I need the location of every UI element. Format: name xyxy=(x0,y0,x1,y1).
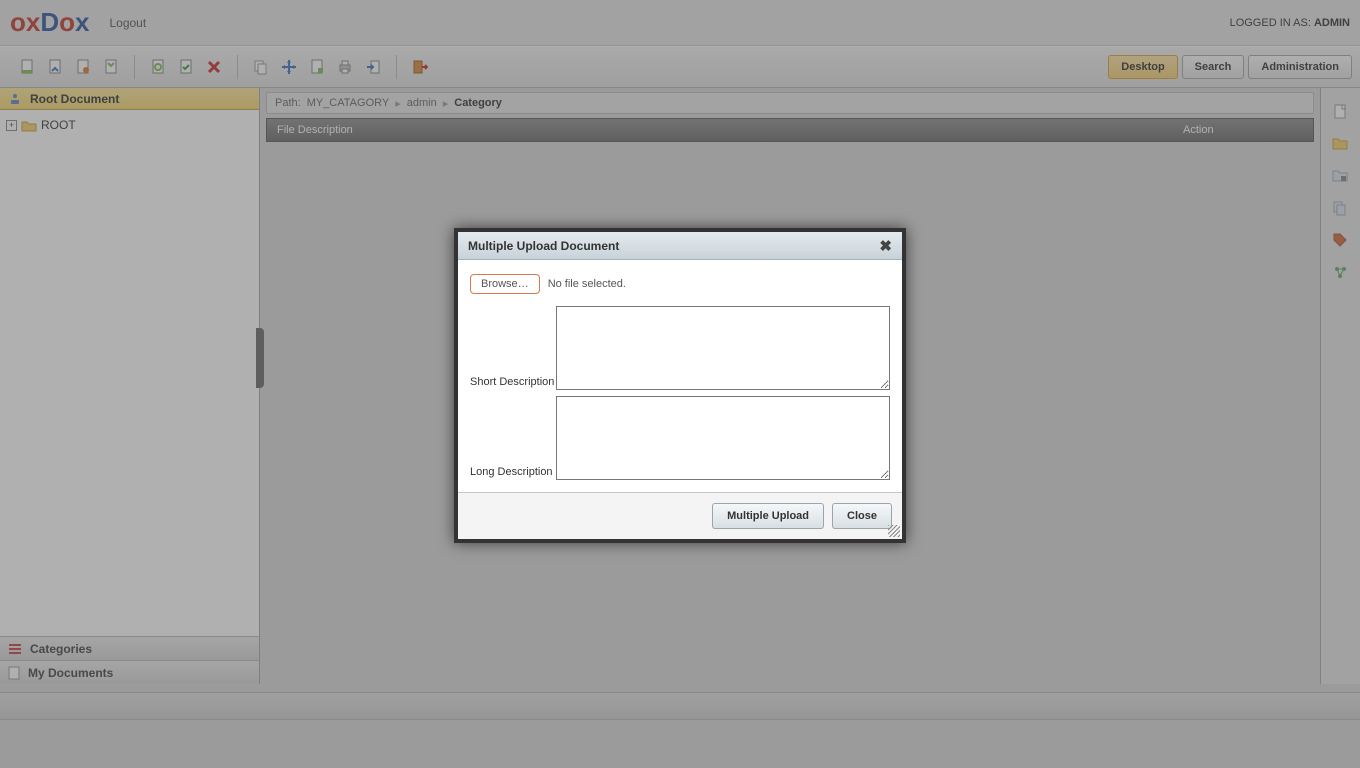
upload-dialog: Multiple Upload Document ✖ Browse… No fi… xyxy=(454,228,906,543)
dialog-titlebar[interactable]: Multiple Upload Document ✖ xyxy=(458,232,902,260)
dialog-body: Browse… No file selected. Short Descript… xyxy=(458,260,902,492)
long-description-label: Long Description xyxy=(470,466,556,480)
browse-button[interactable]: Browse… xyxy=(470,274,540,294)
dialog-footer: Multiple Upload Close xyxy=(458,492,902,539)
short-description-input[interactable] xyxy=(556,306,890,390)
file-status-label: No file selected. xyxy=(548,278,626,290)
long-description-input[interactable] xyxy=(556,396,890,480)
long-description-row: Long Description xyxy=(470,396,890,480)
resize-grip[interactable] xyxy=(888,525,900,537)
multiple-upload-button[interactable]: Multiple Upload xyxy=(712,503,824,529)
close-icon[interactable]: ✖ xyxy=(879,237,892,255)
close-button[interactable]: Close xyxy=(832,503,892,529)
short-description-label: Short Description xyxy=(470,376,556,390)
dialog-title-label: Multiple Upload Document xyxy=(468,239,619,253)
file-input-row: Browse… No file selected. xyxy=(470,274,890,294)
short-description-row: Short Description xyxy=(470,306,890,390)
